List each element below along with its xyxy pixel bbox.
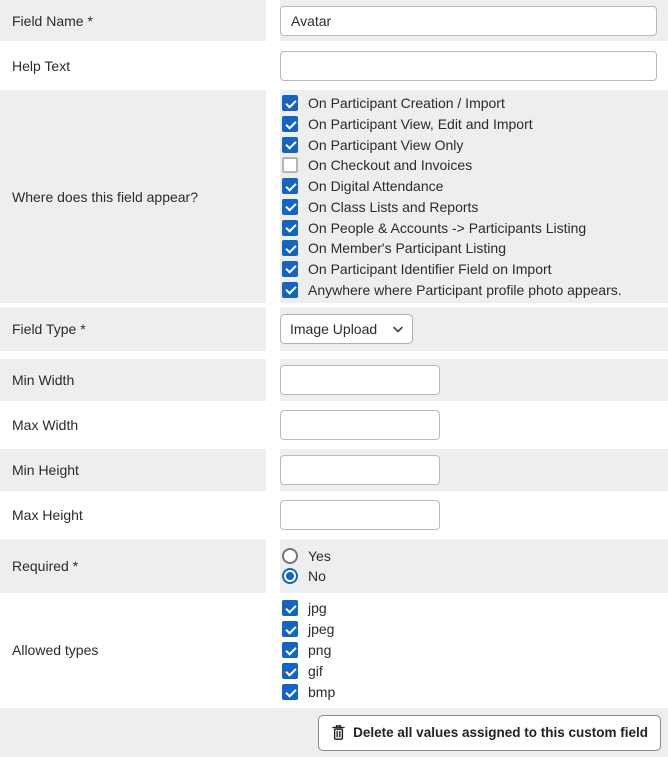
checkbox-icon[interactable]: [282, 684, 298, 700]
max-width-label: Max Width: [0, 404, 266, 446]
appear-label: Where does this field appear?: [0, 90, 266, 303]
help-text-row: Help Text: [0, 45, 668, 86]
appear-row: Where does this field appear? On Partici…: [0, 90, 668, 303]
appear-option-participant-creation[interactable]: On Participant Creation / Import: [280, 93, 668, 114]
chevron-down-icon: [393, 326, 403, 333]
delete-all-values-button[interactable]: Delete all values assigned to this custo…: [318, 715, 661, 751]
appear-option-view-only[interactable]: On Participant View Only: [280, 134, 668, 155]
allowed-types-row: Allowed types jpg jpeg png gif: [0, 596, 668, 704]
required-options-list: Yes No: [280, 546, 668, 586]
field-name-label: Field Name *: [0, 0, 266, 41]
required-option-yes[interactable]: Yes: [280, 546, 668, 566]
checkbox-label: bmp: [308, 684, 335, 700]
checkbox-label: On People & Accounts -> Participants Lis…: [308, 220, 586, 236]
checkbox-label: On Participant Identifier Field on Impor…: [308, 261, 552, 277]
cell-divider: [266, 307, 280, 351]
allowed-type-png[interactable]: png: [280, 640, 668, 661]
checkbox-icon[interactable]: [282, 199, 298, 215]
field-type-selected-value: Image Upload: [290, 321, 377, 337]
radio-icon[interactable]: [282, 548, 298, 564]
allowed-type-gif[interactable]: gif: [280, 661, 668, 682]
required-label: Required *: [0, 539, 266, 593]
max-height-input[interactable]: [280, 500, 440, 530]
cell-divider: [266, 449, 280, 491]
max-height-row: Max Height: [0, 494, 668, 536]
allowed-types-list: jpg jpeg png gif bmp: [280, 598, 668, 703]
cell-divider: [266, 596, 280, 704]
cell-divider: [266, 404, 280, 446]
min-width-input[interactable]: [280, 365, 440, 395]
appear-option-digital-attendance[interactable]: On Digital Attendance: [280, 176, 668, 197]
required-option-no[interactable]: No: [280, 566, 668, 586]
appear-options-list: On Participant Creation / Import On Part…: [280, 93, 668, 300]
checkbox-label: png: [308, 642, 331, 658]
checkbox-icon[interactable]: [282, 157, 298, 173]
checkbox-label: On Participant View Only: [308, 137, 463, 153]
appear-option-profile-photo[interactable]: Anywhere where Participant profile photo…: [280, 279, 668, 300]
required-row: Required * Yes No: [0, 539, 668, 593]
checkbox-label: On Participant Creation / Import: [308, 95, 505, 111]
trash-icon: [331, 724, 346, 741]
cell-divider: [266, 494, 280, 536]
allowed-type-jpg[interactable]: jpg: [280, 598, 668, 619]
help-text-input[interactable]: [280, 51, 657, 81]
min-width-row: Min Width: [0, 359, 668, 401]
max-width-row: Max Width: [0, 404, 668, 446]
field-type-row: Field Type * Image Upload: [0, 307, 668, 351]
checkbox-icon[interactable]: [282, 663, 298, 679]
footer-bar: Delete all values assigned to this custo…: [0, 708, 668, 757]
delete-all-values-button-label: Delete all values assigned to this custo…: [353, 725, 648, 740]
allowed-types-label: Allowed types: [0, 596, 266, 704]
checkbox-label: jpeg: [308, 621, 334, 637]
appear-option-view-edit-import[interactable]: On Participant View, Edit and Import: [280, 114, 668, 135]
allowed-type-bmp[interactable]: bmp: [280, 682, 668, 703]
appear-option-checkout-invoices[interactable]: On Checkout and Invoices: [280, 155, 668, 176]
checkbox-icon[interactable]: [282, 621, 298, 637]
field-type-select[interactable]: Image Upload: [280, 314, 413, 344]
min-height-row: Min Height: [0, 449, 668, 491]
checkbox-icon[interactable]: [282, 282, 298, 298]
checkbox-icon[interactable]: [282, 116, 298, 132]
checkbox-label: On Digital Attendance: [308, 178, 443, 194]
checkbox-icon[interactable]: [282, 642, 298, 658]
checkbox-label: jpg: [308, 600, 327, 616]
checkbox-icon[interactable]: [282, 95, 298, 111]
cell-divider: [266, 359, 280, 401]
help-text-label: Help Text: [0, 45, 266, 86]
checkbox-label: gif: [308, 663, 323, 679]
checkbox-label: On Class Lists and Reports: [308, 199, 478, 215]
max-height-label: Max Height: [0, 494, 266, 536]
field-type-label: Field Type *: [0, 307, 266, 351]
cell-divider: [266, 90, 280, 303]
field-name-input[interactable]: [280, 6, 657, 36]
appear-option-participants-listing[interactable]: On People & Accounts -> Participants Lis…: [280, 217, 668, 238]
checkbox-icon[interactable]: [282, 261, 298, 277]
radio-icon[interactable]: [282, 568, 298, 584]
radio-label: Yes: [308, 548, 331, 564]
checkbox-label: Anywhere where Participant profile photo…: [308, 282, 622, 298]
allowed-type-jpeg[interactable]: jpeg: [280, 619, 668, 640]
checkbox-icon[interactable]: [282, 240, 298, 256]
custom-field-form: Field Name * Help Text Where does this f…: [0, 0, 668, 757]
checkbox-label: On Participant View, Edit and Import: [308, 116, 533, 132]
max-width-input[interactable]: [280, 410, 440, 440]
cell-divider: [266, 539, 280, 593]
checkbox-label: On Checkout and Invoices: [308, 157, 472, 173]
cell-divider: [266, 45, 280, 86]
radio-label: No: [308, 568, 326, 584]
field-name-row: Field Name *: [0, 0, 668, 41]
appear-option-identifier-field-import[interactable]: On Participant Identifier Field on Impor…: [280, 259, 668, 280]
checkbox-icon[interactable]: [282, 600, 298, 616]
appear-option-members-participant-listing[interactable]: On Member's Participant Listing: [280, 238, 668, 259]
checkbox-icon[interactable]: [282, 137, 298, 153]
min-width-label: Min Width: [0, 359, 266, 401]
min-height-label: Min Height: [0, 449, 266, 491]
checkbox-label: On Member's Participant Listing: [308, 240, 506, 256]
min-height-input[interactable]: [280, 455, 440, 485]
appear-option-class-lists[interactable]: On Class Lists and Reports: [280, 197, 668, 218]
cell-divider: [266, 0, 280, 41]
checkbox-icon[interactable]: [282, 220, 298, 236]
checkbox-icon[interactable]: [282, 178, 298, 194]
